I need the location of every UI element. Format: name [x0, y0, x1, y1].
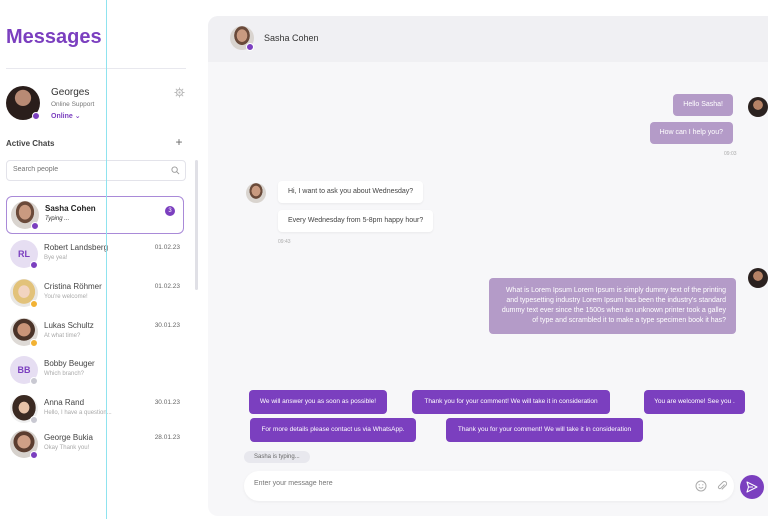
chat-item-sasha-cohen[interactable]: Sasha Cohen Typing ... 3 — [6, 196, 184, 234]
chat-preview: At what time? — [44, 333, 81, 339]
chat-date: 30.01.23 — [154, 322, 180, 329]
message-outgoing: Hello Sasha! — [673, 94, 733, 116]
message-outgoing: What is Lorem Ipsum Lorem Ipsum is simpl… — [489, 278, 736, 334]
profile-role: Online Support — [51, 101, 95, 108]
guide-line — [106, 0, 107, 519]
send-icon — [746, 481, 758, 493]
online-status-dot — [30, 451, 38, 459]
away-status-dot — [30, 300, 38, 308]
profile-name: Georges — [51, 87, 90, 98]
chat-name: Robert Landsberg — [44, 243, 109, 252]
offline-status-dot — [30, 416, 38, 424]
gear-icon[interactable] — [174, 87, 185, 98]
chat-item-anna-rand[interactable]: Anna Rand Hello, I have a question... 30… — [6, 391, 184, 429]
add-chat-button[interactable]: + — [173, 135, 185, 149]
chat-preview: You're welcome! — [44, 294, 88, 300]
offline-status-dot — [30, 377, 38, 385]
quick-reply-button[interactable]: You are welcome! See you . — [644, 390, 745, 414]
online-status-dot — [30, 261, 38, 269]
chat-name: Sasha Cohen — [45, 204, 96, 213]
chat-name: Cristina Röhmer — [44, 282, 102, 291]
chat-name: Bobby Beuger — [44, 359, 95, 368]
message-outgoing: How can I help you? — [649, 122, 733, 144]
chat-list-scrollbar[interactable] — [195, 160, 198, 290]
chat-header: Sasha Cohen — [208, 16, 768, 62]
chat-item-george-bukia[interactable]: George Bukia Okay Thank you! 28.01.23 — [6, 426, 184, 464]
quick-reply-button[interactable]: Thank you for your comment! We will take… — [412, 390, 610, 414]
chat-name: George Bukia — [44, 433, 93, 442]
message-time: 09:43 — [278, 239, 291, 245]
chat-item-cristina-rohmer[interactable]: Cristina Röhmer You're welcome! 01.02.23 — [6, 275, 184, 313]
chat-item-lukas-schultz[interactable]: Lukas Schultz At what time? 30.01.23 — [6, 314, 184, 352]
page-title: Messages — [6, 26, 102, 48]
message-incoming: Hi, I want to ask you about Wednesday? — [278, 181, 424, 203]
chat-item-bobby-beuger[interactable]: BB Bobby Beuger Which branch? — [6, 352, 184, 390]
quick-reply-button[interactable]: We will answer you as soon as possible! — [249, 390, 387, 414]
paperclip-icon[interactable] — [716, 480, 728, 492]
agent-avatar — [748, 268, 768, 288]
chat-date: 28.01.23 — [154, 434, 180, 441]
online-status-dot — [32, 112, 40, 120]
emoji-icon[interactable] — [695, 480, 707, 492]
online-status-dot — [246, 43, 254, 51]
chat-preview: Which branch? — [44, 371, 85, 377]
quick-reply-button[interactable]: Thank you for your comment! We will take… — [446, 418, 643, 442]
message-incoming: Every Wednesday from 5-8pm happy hour? — [278, 210, 434, 232]
message-time: 09:03 — [724, 151, 737, 157]
sidebar: Messages Georges Online Support Online ⌄… — [0, 0, 200, 519]
chat-date: 30.01.23 — [154, 399, 180, 406]
chat-name: Anna Rand — [44, 398, 85, 407]
send-button[interactable] — [740, 475, 764, 499]
chat-preview: Hello, I have a question... — [44, 410, 112, 416]
agent-avatar — [748, 97, 768, 117]
typing-indicator: Sasha is typing... — [244, 451, 310, 463]
contact-avatar — [246, 183, 266, 203]
chat-panel: Sasha Cohen Hello Sasha! How can I help … — [208, 16, 768, 516]
chat-preview: Typing ... — [45, 216, 70, 222]
chat-preview: Okay Thank you! — [44, 445, 90, 451]
search-box — [6, 160, 186, 181]
unread-badge: 3 — [165, 206, 175, 216]
search-icon[interactable] — [171, 166, 180, 175]
chat-preview: Bye yea! — [44, 255, 68, 261]
active-chats-label: Active Chats — [6, 139, 55, 148]
message-input[interactable] — [254, 480, 674, 487]
contact-name: Sasha Cohen — [264, 33, 319, 43]
message-composer — [244, 471, 734, 501]
chat-item-robert-landsberg[interactable]: RL Robert Landsberg Bye yea! 01.02.23 — [6, 236, 184, 274]
chat-date: 01.02.23 — [154, 283, 180, 290]
away-status-dot — [30, 339, 38, 347]
online-status-dot — [31, 222, 39, 230]
chat-date: 01.02.23 — [154, 244, 180, 251]
quick-reply-button[interactable]: For more details please contact us via W… — [250, 418, 416, 442]
status-dropdown[interactable]: Online ⌄ — [51, 112, 81, 120]
chat-name: Lukas Schultz — [44, 321, 94, 330]
search-input[interactable] — [13, 166, 163, 173]
divider — [6, 68, 186, 69]
